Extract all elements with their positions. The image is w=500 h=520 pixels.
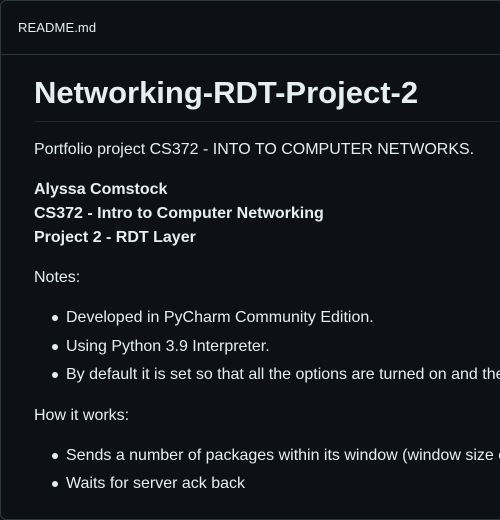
list-item: Waits for server ack back [52,475,245,493]
bullet-icon [52,453,58,459]
list-item: Developed in PyCharm Community Edition. [52,309,374,327]
readme-panel: README.md Networking-RDT-Project-2 Portf… [0,0,500,520]
bullet-icon [52,481,58,487]
title-divider [34,121,500,122]
list-item-text: Waits for server ack back [66,475,246,492]
list-item-text: By default it is set so that all the opt… [66,366,500,383]
readme-filename[interactable]: README.md [18,20,96,35]
course-name: CS372 - Intro to Computer Networking [34,205,324,222]
list-item-text: Developed in PyCharm Community Edition. [66,309,374,326]
bullet-icon [52,315,58,321]
list-item-text: Sends a number of packages within its wi… [66,447,500,464]
intro-paragraph: Portfolio project CS372 - INTO TO COMPUT… [34,141,475,158]
readme-header: README.md [1,1,500,55]
notes-heading: Notes: [34,269,81,286]
list-item: Sends a number of packages within its wi… [52,447,500,465]
bullet-icon [52,344,58,350]
list-item: Using Python 3.9 Interpreter. [52,338,270,356]
project-name: Project 2 - RDT Layer [34,229,196,246]
author-name: Alyssa Comstock [34,181,168,198]
readme-content: Networking-RDT-Project-2 Portfolio proje… [34,55,500,519]
list-item: By default it is set so that all the opt… [52,366,500,384]
how-it-works-heading: How it works: [34,407,130,424]
readme-title: Networking-RDT-Project-2 [34,75,419,110]
list-item-text: Using Python 3.9 Interpreter. [66,338,270,355]
bullet-icon [52,372,58,378]
